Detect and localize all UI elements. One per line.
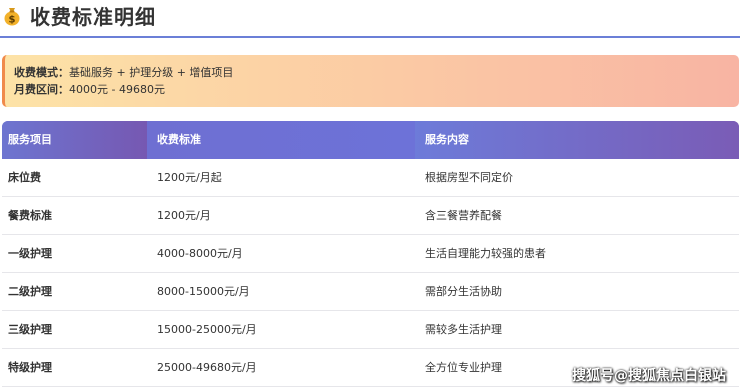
content-cell: 全方位专业护理 <box>425 361 502 374</box>
table-header: 服务项目 收费标准 服务内容 <box>2 121 739 159</box>
service-item-cell: 特级护理 <box>8 361 52 374</box>
money-bag-icon: $ <box>4 8 20 26</box>
section-header: $ 收费标准明细 <box>0 0 740 38</box>
svg-text:$: $ <box>9 15 16 26</box>
fee-cell: 4000-8000元/月 <box>157 247 243 260</box>
fee-table: 服务项目 收费标准 服务内容 床位费 1200元/月起 根据房型不同定价 餐费标… <box>2 121 739 391</box>
fee-mode-value: 基础服务 + 护理分级 + 增值项目 <box>69 66 234 79</box>
page-title: 收费标准明细 <box>30 5 156 29</box>
content-cell: 生活自理能力较强的患者 <box>425 247 546 260</box>
table-body: 床位费 1200元/月起 根据房型不同定价 餐费标准 1200元/月 含三餐营养… <box>2 159 739 387</box>
service-item-cell: 二级护理 <box>8 285 52 298</box>
monthly-range-row: 月费区间：4000元 - 49680元 <box>14 82 165 98</box>
content-cell: 需较多生活护理 <box>425 323 502 336</box>
service-item-cell: 三级护理 <box>8 323 52 336</box>
content-cell: 含三餐营养配餐 <box>425 209 502 222</box>
service-item-cell: 一级护理 <box>8 247 52 260</box>
monthly-range-label: 月费区间： <box>14 83 69 96</box>
service-item-cell: 餐费标准 <box>8 209 52 222</box>
column-header-service-content: 服务内容 <box>415 121 739 159</box>
column-header-service-item: 服务项目 <box>2 121 147 159</box>
table-row: 餐费标准 1200元/月 含三餐营养配餐 <box>2 197 739 235</box>
fee-cell: 1200元/月起 <box>157 171 222 184</box>
content-cell: 根据房型不同定价 <box>425 171 513 184</box>
column-header-fee-standard: 收费标准 <box>147 121 415 159</box>
table-row: 一级护理 4000-8000元/月 生活自理能力较强的患者 <box>2 235 739 273</box>
fee-cell: 8000-15000元/月 <box>157 285 250 298</box>
fee-cell: 15000-25000元/月 <box>157 323 257 336</box>
fee-mode-label: 收费模式： <box>14 66 69 79</box>
fee-cell: 1200元/月 <box>157 209 211 222</box>
content-cell: 需部分生活协助 <box>425 285 502 298</box>
table-row: 三级护理 15000-25000元/月 需较多生活护理 <box>2 311 739 349</box>
fee-cell: 25000-49680元/月 <box>157 361 257 374</box>
fee-mode-row: 收费模式：基础服务 + 护理分级 + 增值项目 <box>14 65 233 81</box>
service-item-cell: 床位费 <box>8 171 41 184</box>
fee-summary-box: 收费模式：基础服务 + 护理分级 + 增值项目 月费区间：4000元 - 496… <box>2 55 739 107</box>
watermark: 搜狐号@搜狐焦点白银站 <box>572 368 726 384</box>
table-row: 二级护理 8000-15000元/月 需部分生活协助 <box>2 273 739 311</box>
monthly-range-value: 4000元 - 49680元 <box>69 83 165 96</box>
table-row: 床位费 1200元/月起 根据房型不同定价 <box>2 159 739 197</box>
